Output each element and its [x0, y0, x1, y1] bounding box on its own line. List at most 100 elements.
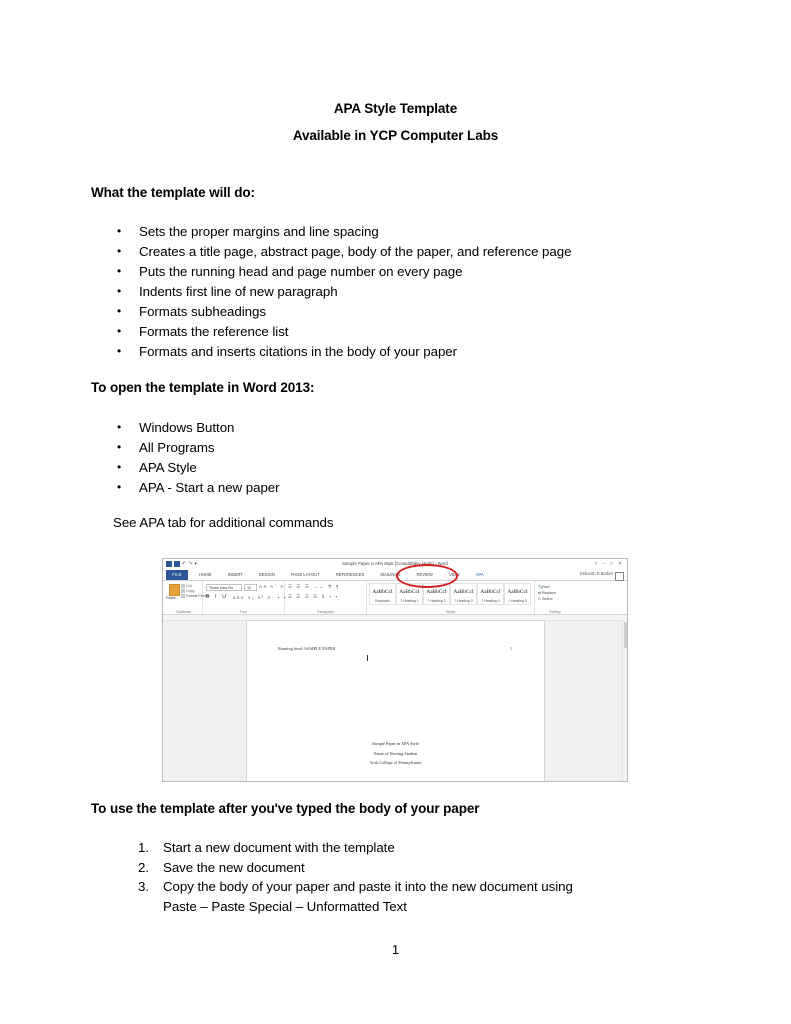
list-item: APA - Start a new paper [113, 477, 280, 498]
copy-command[interactable]: Copy [181, 589, 194, 593]
open-steps-list: Windows Button All Programs APA Style AP… [113, 417, 280, 498]
group-label-styles: Styles [445, 610, 456, 614]
paintbrush-icon [181, 594, 185, 598]
heading-open-template: To open the template in Word 2013: [91, 380, 315, 395]
cut-command[interactable]: Cut [181, 584, 192, 588]
tab-mailings[interactable]: MAILINGS [372, 570, 408, 580]
style-name: Emphasis [375, 598, 390, 603]
list-item-number: 2. [138, 859, 149, 875]
font-extra-icons[interactable]: abe x₂ x² A⋅ ▪ ▪ [233, 595, 287, 601]
list-item-number: 3. [138, 879, 149, 894]
list-item-text-continued: Paste – Paste Special – Unformatted Text [163, 898, 407, 914]
ribbon-display-options-icon[interactable] [615, 571, 624, 581]
word-title-bar: ↶ ↷ ▾ Sample Paper in APA Style [Compati… [163, 559, 627, 570]
list-item: Sets the proper margins and line spacing [113, 221, 571, 242]
font-style-buttons[interactable]: B I U [206, 594, 228, 600]
styles-gallery[interactable]: AaBbCcI Emphasis AaBbCcI ? Heading 1 AaB… [369, 583, 531, 605]
text-caret [367, 655, 368, 661]
tab-view[interactable]: VIEW [441, 570, 468, 580]
page-title-line-2: Available in YCP Computer Labs [292, 128, 499, 143]
tab-apa[interactable]: APA [468, 570, 492, 580]
page-title-line-1: APA Style Template [333, 101, 458, 116]
list-item: 2. Save the new document [127, 858, 647, 878]
list-item: Creates a title page, abstract page, bod… [113, 241, 571, 262]
word-page-number: 1 [509, 646, 512, 651]
paper-institution: York College of Pennsylvania [369, 760, 422, 765]
use-steps-list: 1. Start a new document with the templat… [127, 838, 647, 916]
tab-references[interactable]: REFERENCES [328, 570, 373, 580]
tab-review[interactable]: REVIEW [408, 570, 441, 580]
paper-title: Sample Paper in APA Style [372, 741, 419, 746]
list-item-text: Save the new document [163, 859, 305, 875]
list-item: Windows Button [113, 417, 280, 438]
signed-in-user-label[interactable]: Deborah D Barber [580, 571, 613, 576]
word-ribbon[interactable]: Paste Cut Copy Format Painter Clipboard … [163, 581, 627, 615]
ribbon-group-font[interactable]: Times New Ro 12 Aa Aˋ Aˋ B I U abe x₂ x²… [203, 581, 288, 614]
style-name: ? Heading 3 [454, 598, 473, 603]
capabilities-list: Sets the proper margins and line spacing… [113, 221, 571, 362]
list-item: Formats and inserts citations in the bod… [113, 341, 571, 362]
group-label-font: Font [239, 610, 248, 614]
style-sample: AaBbCcI [372, 588, 393, 595]
word-document-paper[interactable]: Running head: SAMPLE PAPER 1 Sample Pape… [246, 620, 545, 781]
word-ribbon-tabs[interactable]: FILE HOME INSERT DESIGN PAGE LAYOUT REFE… [163, 570, 627, 581]
group-label-paragraph: Paragraph [317, 610, 334, 614]
list-item-text: Copy the body of your paper and paste it… [163, 879, 573, 894]
font-case-icons[interactable]: Aa Aˋ Aˋ [259, 584, 288, 589]
style-name: ? Heading 1 [400, 598, 419, 603]
group-label-clipboard: Clipboard [175, 610, 192, 614]
copy-icon [181, 589, 185, 593]
scrollbar-thumb[interactable] [623, 622, 627, 648]
paragraph-align-icons[interactable]: ☰ ☰ ☰ ☰ ⇕ ▪ ▪ [288, 594, 339, 600]
replace-command[interactable]: ⇄Replace [538, 590, 556, 595]
paste-button-label[interactable]: Paste [166, 596, 176, 600]
list-item-number: 1. [138, 840, 149, 855]
ribbon-group-paragraph[interactable]: ☰ ☰ ☰ →← ⇈ ¶ ☰ ☰ ☰ ☰ ⇕ ▪ ▪ Paragraph [285, 581, 367, 614]
style-name: ? Heading 4 [481, 598, 500, 603]
font-size-input[interactable]: 12 [244, 584, 257, 591]
list-item: 1. Start a new document with the templat… [127, 838, 647, 858]
style-name: ? Heading 2 [427, 598, 446, 603]
heading-capabilities: What the template will do: [91, 185, 255, 200]
style-item[interactable]: AaBbCcI ? Heading 1 [396, 583, 423, 605]
style-item[interactable]: AaBbCcI ? Heading 2 [423, 583, 450, 605]
word-screenshot-image: ↶ ↷ ▾ Sample Paper in APA Style [Compati… [162, 558, 628, 782]
style-name: ? Heading 5 [508, 598, 527, 603]
ribbon-group-editing[interactable]: 🔍Find ⇄Replace ▷Select Editing [535, 581, 575, 614]
list-item: Formats subheadings [113, 301, 571, 322]
tab-design[interactable]: DESIGN [251, 570, 283, 580]
font-name-input[interactable]: Times New Ro [206, 584, 242, 591]
word-document-title: Sample Paper in APA Style [Compatibility… [342, 561, 448, 566]
tab-insert[interactable]: INSERT [220, 570, 251, 580]
find-command[interactable]: 🔍Find [538, 584, 549, 589]
style-item[interactable]: AaBbCcI ? Heading 4 [477, 583, 504, 605]
list-item: 3. Copy the body of your paper and paste… [127, 877, 647, 916]
apa-tab-note: See APA tab for additional commands [113, 515, 334, 530]
ribbon-group-clipboard[interactable]: Paste Cut Copy Format Painter Clipboard [165, 581, 210, 614]
style-sample: AaBbCcI [453, 588, 474, 595]
group-label-editing: Editing [549, 610, 561, 614]
list-item-text: Start a new document with the template [163, 840, 395, 855]
style-item[interactable]: AaBbCcI Emphasis [369, 583, 396, 605]
list-item: Indents first line of new paragraph [113, 281, 571, 302]
ribbon-group-styles[interactable]: AaBbCcI Emphasis AaBbCcI ? Heading 1 AaB… [367, 581, 535, 614]
tab-page-layout[interactable]: PAGE LAYOUT [283, 570, 328, 580]
style-item[interactable]: AaBbCcI ? Heading 5 [504, 583, 531, 605]
list-item: Puts the running head and page number on… [113, 261, 571, 282]
title-page-block: Sample Paper in APA Style Name of Nursin… [247, 739, 544, 768]
scissors-icon [181, 584, 185, 588]
document-page: APA Style Template Available in YCP Comp… [0, 0, 791, 1024]
footer-page-number: 1 [391, 942, 400, 957]
tab-home[interactable]: HOME [191, 570, 220, 580]
paper-author: Name of Nursing Student [373, 750, 418, 756]
word-document-canvas[interactable]: Running head: SAMPLE PAPER 1 Sample Pape… [163, 615, 627, 781]
select-command[interactable]: ▷Select [538, 596, 553, 601]
paste-icon[interactable] [169, 584, 180, 596]
list-item: All Programs [113, 437, 280, 458]
paragraph-list-icons[interactable]: ☰ ☰ ☰ →← ⇈ ¶ [288, 584, 340, 590]
style-item[interactable]: AaBbCcI ? Heading 3 [450, 583, 477, 605]
tab-file[interactable]: FILE [166, 570, 188, 580]
vertical-scrollbar[interactable] [622, 620, 627, 781]
list-item: Formats the reference list [113, 321, 571, 342]
window-controls[interactable]: ? − □ ✕ [595, 561, 624, 567]
